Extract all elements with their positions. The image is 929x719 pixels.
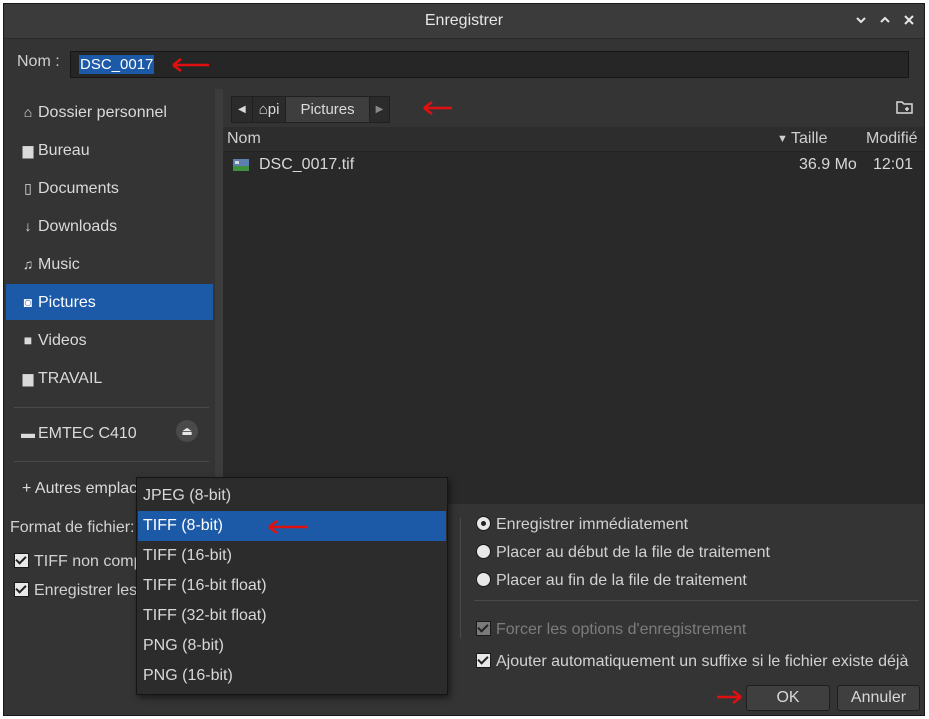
- folder-icon: ▆: [22, 370, 34, 386]
- new-folder-button[interactable]: [896, 99, 914, 115]
- radio-save-now[interactable]: Enregistrer immédiatement: [476, 516, 688, 534]
- camera-icon: ◙: [23, 294, 33, 310]
- minimize-button[interactable]: [852, 12, 870, 30]
- column-header: Nom ▼ Taille Modifié: [223, 127, 924, 152]
- menu-item-tiff-16-float[interactable]: TIFF (16-bit float): [138, 571, 446, 601]
- options-divider: [460, 518, 461, 638]
- format-dropdown-menu: JPEG (8-bit) TIFF (8-bit) TIFF (16-bit) …: [136, 477, 448, 695]
- folder-icon: ▆: [22, 142, 34, 158]
- breadcrumb: ◀ ⌂pi Pictures ▶: [231, 96, 391, 123]
- radio-selected-icon: [476, 516, 491, 531]
- path-item-home[interactable]: ⌂pi: [253, 97, 287, 122]
- new-folder-icon: [896, 101, 913, 114]
- format-label: Format de fichier:: [10, 519, 135, 536]
- download-icon: ↓: [24, 218, 32, 234]
- force-options-checkbox[interactable]: Forcer les options d'enregistrement: [476, 621, 746, 639]
- file-size: 36.9 Mo: [799, 156, 857, 173]
- ok-button[interactable]: OK: [746, 685, 830, 711]
- chevron-down-icon: [856, 17, 866, 24]
- sidebar-item-downloads[interactable]: ↓ Downloads: [6, 208, 213, 244]
- path-back-button[interactable]: ◀: [232, 97, 253, 122]
- auto-suffix-checkbox[interactable]: Ajouter automatiquement un suffixe si le…: [476, 653, 908, 671]
- radio-queue-end[interactable]: Placer au fin de la file de traitement: [476, 572, 747, 590]
- menu-item-png-8[interactable]: PNG (8-bit): [138, 631, 446, 661]
- home-icon: ⌂: [23, 104, 33, 120]
- column-modified[interactable]: Modifié: [866, 130, 918, 148]
- filename-value: DSC_0017: [79, 55, 155, 74]
- title-bar: Enregistrer: [4, 4, 924, 39]
- pane-divider[interactable]: [215, 89, 223, 504]
- column-size[interactable]: Taille: [791, 130, 827, 148]
- file-row[interactable]: DSC_0017.tif 36.9 Mo 12:01: [223, 152, 924, 178]
- path-forward-button[interactable]: ▶: [370, 97, 390, 122]
- sidebar-item-pictures[interactable]: ◙ Pictures: [6, 284, 213, 320]
- save-params-checkbox[interactable]: Enregistrer les: [14, 582, 137, 600]
- sidebar-item-documents[interactable]: ▯ Documents: [6, 170, 213, 206]
- file-name: DSC_0017.tif: [259, 156, 355, 173]
- drive-icon: ▬: [21, 425, 35, 441]
- radio-queue-start[interactable]: Placer au début de la file de traitement: [476, 544, 770, 562]
- column-name[interactable]: Nom: [227, 130, 261, 148]
- checkbox-checked-icon: [476, 653, 491, 668]
- path-bar: ◀ ⌂pi Pictures ▶: [223, 89, 924, 127]
- places-sidebar: ⌂ Dossier personnel ▆ Bureau ▯ Documents ↓ D…: [4, 89, 215, 504]
- close-button[interactable]: [900, 12, 918, 30]
- checkbox-checked-icon: [14, 553, 29, 568]
- file-modified: 12:01: [873, 156, 914, 173]
- close-icon: [904, 15, 914, 25]
- eject-icon: ⏏: [181, 424, 193, 438]
- sidebar-item-bureau[interactable]: ▆ Bureau: [6, 132, 213, 168]
- checkbox-checked-icon: [476, 621, 491, 636]
- name-row: Nom : DSC_0017: [4, 39, 924, 89]
- menu-item-jpeg-8[interactable]: JPEG (8-bit): [138, 481, 446, 511]
- options-divider: [474, 600, 919, 601]
- cancel-button[interactable]: Annuler: [837, 685, 920, 711]
- sidebar-item-music[interactable]: ♫ Music: [6, 246, 213, 282]
- annotation-arrow: [268, 520, 307, 534]
- document-icon: ▯: [24, 180, 32, 196]
- image-file-icon: [233, 158, 249, 176]
- tiff-uncompressed-checkbox[interactable]: TIFF non comp: [14, 553, 142, 571]
- home-icon: ⌂: [258, 101, 268, 118]
- maximize-button[interactable]: [876, 12, 894, 30]
- chevron-up-icon: [880, 16, 890, 23]
- window-title: Enregistrer: [424, 12, 504, 29]
- annotation-arrow: [172, 58, 209, 72]
- checkbox-checked-icon: [14, 582, 29, 597]
- sort-descending-icon: ▼: [777, 133, 788, 145]
- sidebar-divider: [14, 407, 209, 408]
- radio-icon: [476, 544, 491, 559]
- sidebar-item-videos[interactable]: ■ Videos: [6, 322, 213, 358]
- sidebar-divider: [14, 461, 209, 462]
- video-icon: ■: [23, 332, 33, 348]
- path-item-pictures[interactable]: Pictures: [286, 97, 370, 122]
- menu-item-tiff-32-float[interactable]: TIFF (32-bit float): [138, 601, 446, 631]
- menu-item-tiff-16[interactable]: TIFF (16-bit): [138, 541, 446, 571]
- file-browser: ◀ ⌂pi Pictures ▶ Nom ▼ Taille Modifié DS…: [223, 89, 924, 504]
- sidebar-item-home[interactable]: ⌂ Dossier personnel: [6, 94, 213, 130]
- radio-icon: [476, 572, 491, 587]
- annotation-arrow: [717, 690, 742, 704]
- menu-item-png-16[interactable]: PNG (16-bit): [138, 661, 446, 691]
- music-icon: ♫: [22, 256, 34, 272]
- annotation-arrow: [423, 101, 452, 115]
- name-label: Nom :: [17, 53, 60, 70]
- eject-button[interactable]: ⏏: [176, 420, 198, 442]
- sidebar-item-travail[interactable]: ▆ TRAVAIL: [6, 360, 213, 396]
